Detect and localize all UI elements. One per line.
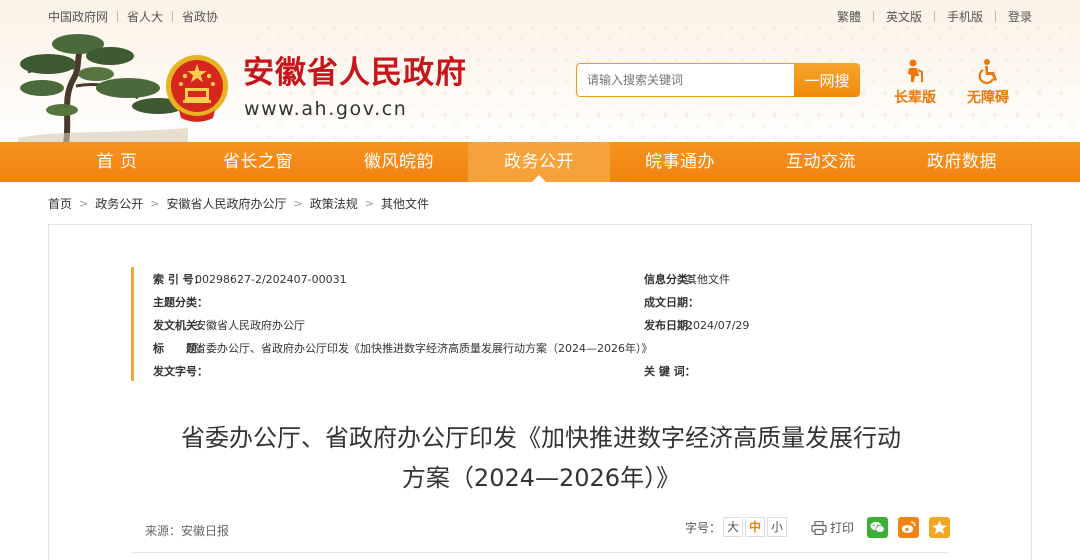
article-source: 来源：安徽日报 xyxy=(145,524,230,538)
breadcrumb-item-home[interactable]: 首页 xyxy=(48,195,72,212)
font-size-control: 字号： 大 中 小 xyxy=(685,517,788,537)
font-size-medium-button[interactable]: 中 xyxy=(745,517,766,537)
meta-pubdate-label: 发布日期： xyxy=(644,319,699,332)
meta-issuer-label: 发文机关： xyxy=(153,319,208,332)
nav-gov-data[interactable]: 政府数据 xyxy=(891,142,1033,182)
site-header: 中国政府网 省人大 省政协 繁體 英文版 手机版 登录 安徽省人民政府 www.… xyxy=(0,0,1080,142)
divider xyxy=(872,11,874,22)
meta-keywords: 关 键 词： xyxy=(625,363,696,379)
meta-issuer-value: 安徽省人民政府办公厅 xyxy=(195,319,305,332)
chevron-right-icon: > xyxy=(364,197,374,210)
font-size-small-button[interactable]: 小 xyxy=(767,517,788,537)
link-npc[interactable]: 省人大 xyxy=(127,8,163,25)
chevron-right-icon: > xyxy=(150,197,160,210)
site-url: www.ah.gov.cn xyxy=(244,98,408,120)
link-gov-cn[interactable]: 中国政府网 xyxy=(48,8,108,25)
site-name[interactable]: 安徽省人民政府 xyxy=(243,58,467,89)
wechat-icon xyxy=(870,521,885,533)
meta-topic: 主题分类： xyxy=(134,294,208,310)
accessibility-label: 无障碍 xyxy=(967,90,1009,106)
breadcrumb-item-gov-affairs[interactable]: 政务公开 xyxy=(95,195,143,212)
accessibility-button[interactable]: 无障碍 xyxy=(958,58,1018,107)
meta-issuer: 发文机关：安徽省人民政府办公厅 xyxy=(134,317,305,333)
meta-docno-label: 发文字号： xyxy=(153,365,208,378)
meta-heading: 标 题：省委办公厅、省政府办公厅印发《加快推进数字经济高质量发展行动方案（202… xyxy=(134,340,653,356)
printer-icon xyxy=(811,520,827,535)
top-links-left: 中国政府网 省人大 省政协 xyxy=(48,8,218,25)
link-mobile[interactable]: 手机版 xyxy=(947,8,983,25)
elder-icon xyxy=(908,59,923,82)
weibo-icon xyxy=(901,521,916,533)
meta-category-value: 其他文件 xyxy=(686,273,730,286)
elder-mode-label: 长辈版 xyxy=(894,90,936,106)
divider xyxy=(994,11,996,22)
divider xyxy=(117,11,119,22)
favorite-icon xyxy=(932,520,947,534)
link-cppcc[interactable]: 省政协 xyxy=(182,8,218,25)
document-metadata: 索 引 号：00298627-2/202407-00031 主题分类： 发文机关… xyxy=(131,267,949,381)
share-weibo-button[interactable] xyxy=(898,517,919,538)
breadcrumb-item-policy[interactable]: 政策法规 xyxy=(310,195,358,212)
meta-heading-label: 标 题： xyxy=(153,342,208,355)
divider xyxy=(933,11,935,22)
main-nav: 首 页 省长之窗 徽风皖韵 政务公开 皖事通办 互动交流 政府数据 xyxy=(0,142,1080,182)
meta-topic-label: 主题分类： xyxy=(153,296,208,309)
chevron-right-icon: > xyxy=(293,197,303,210)
top-links-right: 繁體 英文版 手机版 登录 xyxy=(837,8,1032,25)
link-login[interactable]: 登录 xyxy=(1008,8,1032,25)
nav-gov-affairs[interactable]: 政务公开 xyxy=(468,142,610,182)
breadcrumb: 首页 > 政务公开 > 安徽省人民政府办公厅 > 政策法规 > 其他文件 xyxy=(48,195,429,212)
share-wechat-button[interactable] xyxy=(867,517,888,538)
search-input[interactable] xyxy=(576,63,794,97)
chevron-right-icon: > xyxy=(79,197,89,210)
meta-date-label: 成文日期： xyxy=(644,296,699,309)
meta-heading-value: 省委办公厅、省政府办公厅印发《加快推进数字经济高质量发展行动方案（2024—20… xyxy=(195,342,653,355)
breadcrumb-item-other-docs[interactable]: 其他文件 xyxy=(381,195,429,212)
nav-services[interactable]: 皖事通办 xyxy=(609,142,751,182)
search-bar: 一网搜 xyxy=(576,63,860,97)
article-title-line-1: 省委办公厅、省政府办公厅印发《加快推进数字经济高质量发展行动 xyxy=(181,424,901,452)
nav-culture[interactable]: 徽风皖韵 xyxy=(328,142,470,182)
print-label: 打印 xyxy=(830,521,855,535)
nav-governor[interactable]: 省长之窗 xyxy=(187,142,329,182)
meta-index-label: 索 引 号： xyxy=(153,273,205,286)
article-title-line-2: 方案（2024—2026年）》 xyxy=(401,464,681,492)
meta-index: 索 引 号：00298627-2/202407-00031 xyxy=(134,271,347,287)
meta-docno: 发文字号： xyxy=(134,363,208,379)
wheelchair-icon xyxy=(978,59,997,84)
font-size-label: 字号： xyxy=(685,520,722,535)
meta-date: 成文日期： xyxy=(625,294,699,310)
meta-pubdate: 发布日期：2024/07/29 xyxy=(625,317,749,333)
nav-home[interactable]: 首 页 xyxy=(46,142,188,182)
divider xyxy=(172,11,174,22)
meta-index-value: 00298627-2/202407-00031 xyxy=(195,273,347,286)
share-favorite-button[interactable] xyxy=(929,517,950,538)
article-divider xyxy=(131,552,949,553)
article-container: 索 引 号：00298627-2/202407-00031 主题分类： 发文机关… xyxy=(48,224,1032,560)
print-button[interactable]: 打印 xyxy=(811,519,854,536)
link-traditional[interactable]: 繁體 xyxy=(837,8,861,25)
link-english[interactable]: 英文版 xyxy=(886,8,922,25)
national-emblem-icon xyxy=(166,55,228,122)
font-size-large-button[interactable]: 大 xyxy=(723,517,744,537)
article-title: 省委办公厅、省政府办公厅印发《加快推进数字经济高质量发展行动 方案（2024—2… xyxy=(109,418,973,498)
meta-category-label: 信息分类： xyxy=(644,273,699,286)
meta-keywords-label: 关 键 词： xyxy=(644,365,696,378)
elder-mode-button[interactable]: 长辈版 xyxy=(885,58,945,107)
meta-category: 信息分类：其他文件 xyxy=(625,271,730,287)
nav-interaction[interactable]: 互动交流 xyxy=(750,142,892,182)
search-button[interactable]: 一网搜 xyxy=(794,63,860,97)
meta-pubdate-value: 2024/07/29 xyxy=(686,319,750,332)
breadcrumb-item-office[interactable]: 安徽省人民政府办公厅 xyxy=(166,195,286,212)
